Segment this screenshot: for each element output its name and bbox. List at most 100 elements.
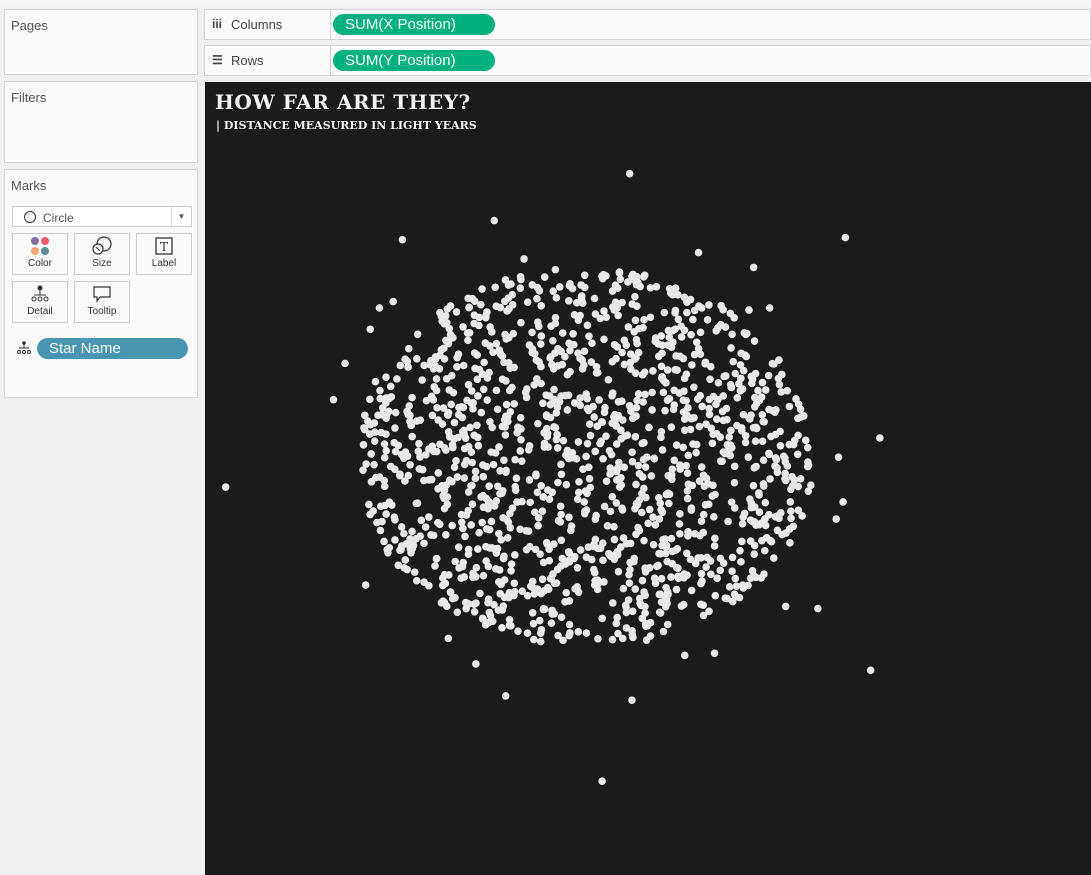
data-point[interactable] — [683, 308, 691, 317]
data-point[interactable] — [672, 585, 681, 594]
data-point[interactable] — [641, 567, 650, 576]
data-point[interactable] — [537, 625, 546, 634]
data-point[interactable] — [668, 559, 677, 568]
data-point[interactable] — [471, 364, 479, 373]
data-point[interactable] — [503, 534, 512, 542]
data-point[interactable] — [721, 323, 730, 331]
data-point[interactable] — [435, 520, 444, 529]
data-point[interactable] — [535, 358, 543, 366]
data-point[interactable] — [486, 323, 494, 331]
data-point[interactable] — [517, 435, 525, 444]
data-point[interactable] — [466, 423, 474, 432]
data-point[interactable] — [797, 412, 806, 421]
data-point[interactable] — [404, 471, 413, 480]
data-point[interactable] — [459, 524, 467, 533]
data-point[interactable] — [574, 628, 583, 636]
data-point[interactable] — [657, 428, 666, 436]
data-point[interactable] — [381, 501, 389, 510]
data-point[interactable] — [615, 269, 624, 277]
data-point[interactable] — [540, 443, 549, 451]
data-point[interactable] — [366, 325, 375, 334]
data-point[interactable] — [483, 308, 491, 316]
data-point[interactable] — [546, 354, 554, 362]
data-point[interactable] — [618, 506, 627, 514]
data-point[interactable] — [479, 503, 488, 512]
mark-type-dropdown[interactable]: Circle ▼ — [12, 206, 192, 227]
data-point[interactable] — [589, 565, 598, 574]
data-point[interactable] — [660, 308, 669, 317]
data-point[interactable] — [652, 283, 661, 291]
data-point[interactable] — [580, 509, 589, 518]
data-point[interactable] — [626, 365, 635, 373]
data-point[interactable] — [391, 536, 399, 544]
data-point[interactable] — [738, 519, 747, 528]
data-point[interactable] — [474, 441, 483, 450]
data-point[interactable] — [590, 294, 599, 303]
data-point[interactable] — [382, 373, 390, 382]
data-point[interactable] — [438, 420, 447, 428]
data-point[interactable] — [389, 297, 398, 306]
data-point[interactable] — [424, 513, 433, 521]
data-point[interactable] — [662, 583, 670, 592]
data-point[interactable] — [775, 514, 783, 523]
data-point[interactable] — [471, 474, 480, 483]
data-point[interactable] — [727, 426, 735, 435]
data-point[interactable] — [481, 621, 490, 629]
label-button[interactable]: T Label — [136, 233, 192, 275]
data-point[interactable] — [508, 504, 517, 512]
data-point[interactable] — [532, 470, 540, 478]
data-point[interactable] — [598, 777, 606, 786]
data-point[interactable] — [625, 169, 634, 178]
data-point[interactable] — [487, 517, 496, 526]
data-point[interactable] — [427, 356, 435, 365]
data-point[interactable] — [474, 392, 482, 400]
data-point[interactable] — [433, 404, 441, 412]
data-point[interactable] — [668, 475, 676, 484]
data-point[interactable] — [752, 399, 761, 408]
data-point[interactable] — [578, 299, 587, 307]
data-point[interactable] — [501, 431, 510, 439]
data-point[interactable] — [390, 513, 399, 521]
data-point[interactable] — [710, 649, 719, 658]
data-point[interactable] — [638, 576, 647, 585]
data-point[interactable] — [746, 574, 755, 582]
data-point[interactable] — [480, 358, 488, 367]
data-point[interactable] — [635, 594, 644, 603]
data-point[interactable] — [748, 567, 757, 575]
data-point[interactable] — [580, 271, 589, 280]
data-point[interactable] — [758, 536, 766, 545]
data-point[interactable] — [592, 511, 600, 520]
data-point[interactable] — [478, 614, 487, 623]
data-point[interactable] — [537, 332, 546, 340]
data-point[interactable] — [585, 474, 594, 483]
data-point[interactable] — [634, 523, 642, 532]
data-point[interactable] — [460, 474, 469, 482]
data-point[interactable] — [440, 355, 449, 363]
data-point[interactable] — [587, 358, 596, 366]
data-point[interactable] — [767, 432, 775, 441]
data-point[interactable] — [507, 566, 515, 575]
data-point[interactable] — [712, 415, 721, 423]
data-point[interactable] — [594, 634, 602, 643]
color-button[interactable]: Color — [12, 233, 68, 275]
data-point[interactable] — [832, 515, 841, 523]
data-point[interactable] — [614, 567, 623, 576]
data-point[interactable] — [375, 304, 384, 312]
data-point[interactable] — [561, 352, 569, 361]
data-point[interactable] — [464, 545, 473, 554]
data-point[interactable] — [476, 589, 484, 598]
data-point[interactable] — [628, 696, 636, 704]
data-point[interactable] — [783, 462, 792, 470]
data-point[interactable] — [651, 337, 660, 346]
data-point[interactable] — [612, 499, 621, 507]
data-point[interactable] — [814, 604, 822, 613]
data-point[interactable] — [528, 608, 537, 617]
data-point[interactable] — [459, 323, 467, 331]
data-point[interactable] — [522, 545, 531, 554]
data-point[interactable] — [543, 583, 552, 592]
data-point[interactable] — [394, 561, 403, 570]
pages-card[interactable]: Pages — [4, 9, 198, 75]
data-point[interactable] — [765, 304, 774, 312]
data-point[interactable] — [751, 369, 760, 378]
data-point[interactable] — [479, 385, 488, 394]
